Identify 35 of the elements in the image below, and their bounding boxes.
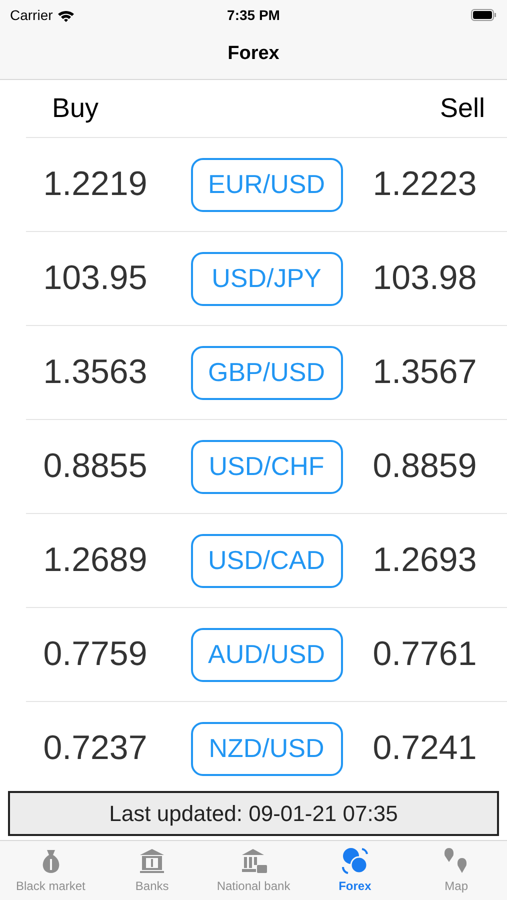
currency-pair-button[interactable]: EUR/USD — [190, 158, 342, 212]
buy-rate: 0.8855 — [42, 446, 148, 487]
currency-pair-button[interactable]: AUD/USD — [190, 628, 342, 682]
buy-heading: Buy — [52, 92, 99, 126]
buy-rate: 1.3563 — [42, 352, 148, 393]
currency-pair-button[interactable]: USD/JPY — [190, 252, 342, 306]
tab-bar-item[interactable]: Banks — [101, 841, 203, 900]
sell-rate: 0.7761 — [372, 634, 478, 675]
nav-title: Forex — [228, 42, 280, 66]
last-updated-label: Last updated: 09-01-21 07:35 — [8, 791, 499, 836]
sell-rate: 0.7241 — [372, 728, 478, 769]
sell-rate: 0.8859 — [372, 446, 478, 487]
buy-rate: 1.2219 — [42, 164, 148, 205]
currency-pair-button[interactable]: NZD/USD — [190, 722, 342, 776]
tab-bar-item[interactable]: Map — [406, 841, 507, 900]
sell-rate: 1.2223 — [372, 164, 478, 205]
currency-pair-button[interactable]: USD/CAD — [190, 534, 342, 588]
wifi-icon — [56, 8, 75, 22]
buy-rate: 103.95 — [42, 258, 148, 299]
buy-rate: 0.7237 — [42, 728, 148, 769]
currency-pair-button[interactable]: USD/CHF — [190, 440, 342, 494]
currency-pair-button[interactable]: GBP/USD — [190, 346, 342, 400]
buy-rate: 1.2689 — [42, 540, 148, 581]
carrier-label: Carrier — [10, 6, 53, 24]
currency-exchange-icon — [340, 846, 370, 876]
clock: 7:35 PM — [227, 6, 280, 24]
sell-rate: 103.98 — [372, 258, 478, 299]
sell-heading: Sell — [440, 92, 485, 126]
tab-bar-item[interactable]: Forex — [304, 841, 406, 900]
tab-bar-item[interactable]: Black market — [0, 841, 102, 900]
tab-bar-item[interactable]: National bank — [202, 841, 304, 900]
sell-rate: 1.2693 — [372, 540, 478, 581]
sell-rate: 1.3567 — [372, 352, 478, 393]
buy-rate: 0.7759 — [42, 634, 148, 675]
battery-icon — [471, 9, 497, 21]
